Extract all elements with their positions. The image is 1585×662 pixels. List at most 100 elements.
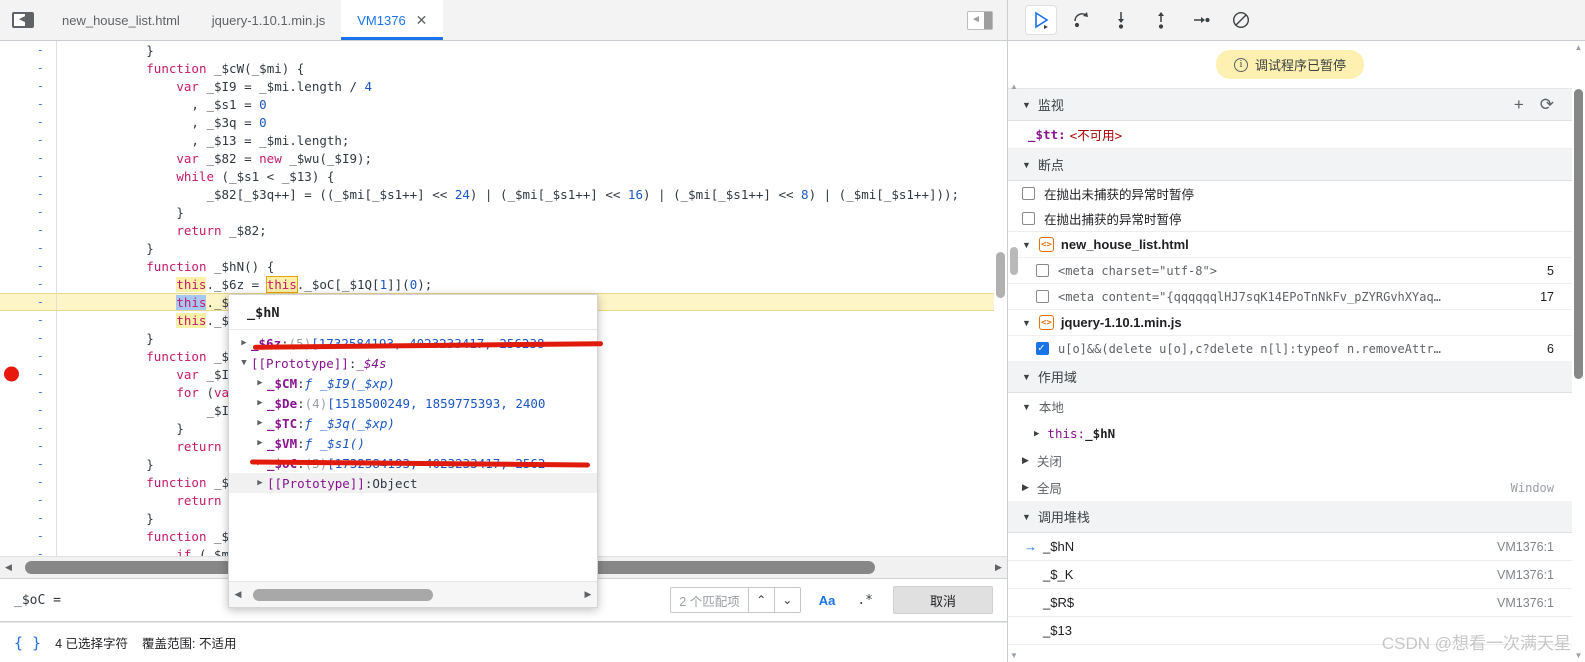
code-line[interactable]: - } (0, 203, 1007, 221)
line-gutter[interactable]: - (0, 547, 56, 556)
checkbox[interactable] (1036, 290, 1049, 303)
scrollbar-thumb[interactable] (996, 252, 1005, 298)
scroll-right-icon[interactable]: ▶ (990, 562, 1007, 573)
line-gutter[interactable]: - (0, 259, 56, 273)
previous-match-button[interactable]: ⌃ (747, 588, 774, 612)
chevron-right-icon[interactable]: ▶ (237, 338, 251, 348)
breakpoints-section-header[interactable]: ▼ 断点 (1008, 149, 1572, 181)
scope-group[interactable]: ▶ 关闭 (1008, 447, 1572, 474)
scroll-up-icon[interactable]: ▲ (1008, 82, 1020, 91)
code-line[interactable]: - _$82[_$3q++] = ((_$mi[_$s1++] << 24) |… (0, 185, 1007, 203)
chevron-right-icon[interactable]: ▶ (253, 418, 267, 428)
scroll-right-icon[interactable]: ▶ (579, 589, 597, 600)
chevron-right-icon[interactable]: ▶ (253, 378, 267, 388)
code-line[interactable]: - } (0, 239, 1007, 257)
checkbox[interactable] (1036, 264, 1049, 277)
line-gutter[interactable]: - (0, 366, 56, 382)
line-gutter[interactable]: - (0, 439, 56, 453)
line-gutter[interactable]: - (0, 475, 56, 489)
call-stack-frame[interactable]: _$13 (1008, 617, 1572, 645)
line-gutter[interactable]: - (0, 457, 56, 471)
line-gutter[interactable]: - (0, 421, 56, 435)
line-gutter[interactable]: - (0, 529, 56, 543)
checkbox[interactable] (1036, 341, 1049, 355)
code-line[interactable]: - this._$6z = this._$oC[_$1Q[1]](0); (0, 275, 1007, 293)
line-gutter[interactable]: - (0, 61, 56, 75)
code-line[interactable]: - , _$s1 = 0 (0, 95, 1007, 113)
code-line[interactable]: - while (_$s1 < _$13) { (0, 167, 1007, 185)
scroll-down-icon[interactable]: ▼ (1572, 651, 1585, 660)
property-row[interactable]: ▶ _$De: (4) [1518500249, 1859775393, 2400 (229, 393, 597, 413)
line-gutter[interactable]: - (0, 187, 56, 201)
line-gutter[interactable]: - (0, 385, 56, 399)
call-stack-frame[interactable]: _$_K VM1376:1 (1008, 561, 1572, 589)
tab-vm1376[interactable]: VM1376 ✕ (341, 0, 444, 40)
step-into-button[interactable] (1106, 6, 1136, 34)
chevron-down-icon[interactable]: ▼ (1022, 402, 1031, 412)
line-gutter[interactable]: - (0, 205, 56, 219)
scroll-track[interactable] (247, 582, 579, 608)
line-gutter[interactable]: - (0, 169, 56, 183)
breakpoint-file-header[interactable]: ▼ <> jquery-1.10.1.min.js (1008, 309, 1572, 335)
property-row[interactable]: ▶ _$VM: ƒ _$s1() (229, 433, 597, 453)
property-row[interactable]: ▶ [[Prototype]]: Object (229, 473, 597, 493)
line-gutter[interactable]: - (0, 133, 56, 147)
resume-button[interactable] (1026, 6, 1056, 34)
refresh-icon[interactable]: ⟳ (1540, 96, 1554, 113)
scroll-down-icon[interactable]: ▼ (1008, 651, 1020, 660)
regex-toggle[interactable]: .* (853, 591, 877, 610)
plus-icon[interactable]: + (1514, 96, 1524, 113)
line-gutter[interactable]: - (0, 79, 56, 93)
chevron-right-icon[interactable]: ▶ (1022, 455, 1029, 466)
close-icon[interactable]: ✕ (416, 13, 428, 27)
line-gutter[interactable]: - (0, 511, 56, 525)
chevron-down-icon[interactable]: ▼ (237, 358, 251, 368)
next-match-button[interactable]: ⌄ (773, 588, 800, 612)
line-gutter[interactable]: - (0, 97, 56, 111)
breakpoint-entry[interactable]: <meta content="{qqqqqqlHJ7sqK14EPoTnNkFv… (1008, 283, 1572, 309)
tab-new-house-list[interactable]: new_house_list.html (46, 0, 196, 40)
call-stack-frame[interactable]: _$R$ VM1376:1 (1008, 589, 1572, 617)
code-line[interactable]: - var _$82 = new _$wu(_$I9); (0, 149, 1007, 167)
tab-jquery-min[interactable]: jquery-1.10.1.min.js (196, 0, 341, 40)
code-line[interactable]: - , _$3q = 0 (0, 113, 1007, 131)
checkbox[interactable] (1022, 187, 1035, 200)
popup-horizontal-scrollbar[interactable]: ◀ ▶ (229, 581, 597, 607)
chevron-right-icon[interactable]: ▶ (253, 438, 267, 448)
breakpoint-option[interactable]: 在抛出捕获的异常时暂停 (1008, 206, 1572, 231)
breakpoint-entry[interactable]: u[o]&&(delete u[o],c?delete n[l]:typeof … (1008, 335, 1572, 361)
scrollbar-thumb[interactable] (253, 588, 433, 601)
line-gutter[interactable]: - (0, 241, 56, 255)
watch-section-header[interactable]: ▼ 监视 + ⟳ (1008, 89, 1572, 121)
chevron-right-icon[interactable]: ▶ (1022, 482, 1029, 493)
chevron-right-icon[interactable]: ▶ (253, 398, 267, 408)
code-vertical-scrollbar[interactable] (994, 82, 1007, 468)
chevron-down-icon[interactable]: ▼ (1022, 318, 1031, 328)
scroll-left-icon[interactable]: ◀ (0, 562, 17, 573)
code-line[interactable]: - var _$I9 = _$mi.length / 4 (0, 77, 1007, 95)
scrollbar-thumb[interactable] (1574, 89, 1583, 379)
cancel-button[interactable]: 取消 (893, 586, 993, 614)
match-case-toggle[interactable]: Aa (815, 591, 840, 610)
collapse-panel-icon[interactable]: ◄ (967, 10, 993, 30)
property-row[interactable]: ▶ _$CM: ƒ _$I9(_$xp) (229, 373, 597, 393)
line-gutter[interactable]: - (0, 43, 56, 57)
line-gutter[interactable]: - (0, 223, 56, 237)
line-gutter[interactable]: - (0, 331, 56, 345)
debugger-vertical-scrollbar[interactable]: ▲ ▼ (1572, 41, 1585, 662)
line-gutter[interactable]: - (0, 313, 56, 327)
scope-variable[interactable]: ▶ this: _$hN (1008, 420, 1572, 447)
line-gutter[interactable]: - (0, 277, 56, 291)
step-button[interactable] (1186, 6, 1216, 34)
code-line[interactable]: - return _$82; (0, 221, 1007, 239)
step-out-button[interactable] (1146, 6, 1176, 34)
scope-group[interactable]: ▼ 本地 (1008, 393, 1572, 420)
code-line[interactable]: - function _$cW(_$mi) { (0, 59, 1007, 77)
breakpoint-file-header[interactable]: ▼ <> new_house_list.html (1008, 231, 1572, 257)
property-row[interactable]: ▶ _$TC: ƒ _$3q(_$xp) (229, 413, 597, 433)
breakpoint-entry[interactable]: <meta charset="utf-8"> 5 (1008, 257, 1572, 283)
breakpoint-marker[interactable] (4, 366, 19, 382)
panel-left-icon[interactable]: ◄ (0, 0, 46, 40)
pretty-print-button[interactable]: { } (14, 634, 41, 652)
step-over-button[interactable] (1066, 6, 1096, 34)
